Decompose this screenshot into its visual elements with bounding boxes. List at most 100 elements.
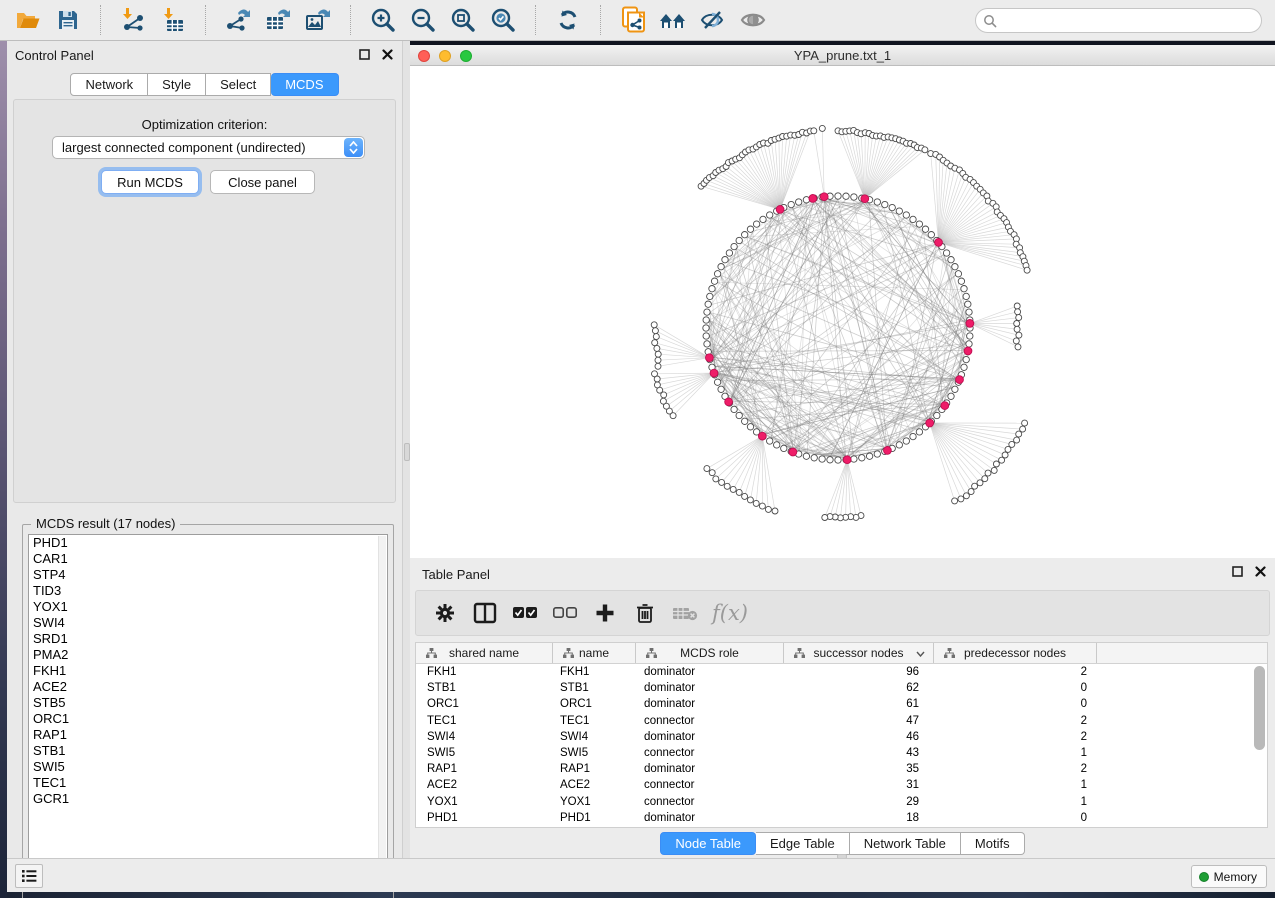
graph-mcds-node[interactable] (843, 456, 851, 464)
graph-mcds-node[interactable] (966, 320, 974, 328)
graph-node[interactable] (916, 429, 922, 435)
graph-mcds-node[interactable] (725, 398, 733, 406)
cell-predecessor-nodes[interactable]: 2 (934, 666, 1097, 678)
graph-node[interactable] (843, 193, 849, 199)
graph-leaf-node[interactable] (655, 363, 661, 369)
mcds-result-item[interactable]: SRD1 (29, 631, 387, 647)
graph-node[interactable] (819, 456, 825, 462)
graph-node[interactable] (753, 221, 759, 227)
zoom-in-button[interactable] (363, 3, 403, 37)
graph-node[interactable] (747, 424, 753, 430)
table-row[interactable]: YOX1YOX1connector291 (416, 794, 1267, 810)
float-table-panel-icon[interactable] (1231, 565, 1244, 578)
graph-leaf-node[interactable] (652, 340, 658, 346)
graph-node[interactable] (896, 208, 902, 214)
network-canvas[interactable] (410, 66, 1275, 558)
graph-leaf-node[interactable] (1015, 309, 1021, 315)
graph-leaf-node[interactable] (654, 382, 660, 388)
cell-shared-name[interactable]: PHD1 (416, 812, 553, 824)
graph-node[interactable] (934, 412, 940, 418)
graph-node[interactable] (961, 364, 967, 370)
graph-leaf-node[interactable] (753, 500, 759, 506)
cell-predecessor-nodes[interactable]: 0 (934, 698, 1097, 710)
cell-successor-nodes[interactable]: 46 (784, 731, 934, 743)
run-mcds-button[interactable]: Run MCDS (101, 170, 199, 194)
vertical-splitter[interactable] (402, 41, 410, 858)
graph-leaf-node[interactable] (993, 461, 999, 467)
cell-MCDS-role[interactable]: connector (636, 779, 784, 791)
cell-MCDS-role[interactable]: dominator (636, 763, 784, 775)
graph-node[interactable] (705, 301, 711, 307)
graph-leaf-node[interactable] (655, 351, 661, 357)
graph-mcds-node[interactable] (820, 193, 828, 201)
graph-leaf-node[interactable] (736, 489, 742, 495)
graph-node[interactable] (835, 193, 841, 199)
mcds-result-item[interactable]: SWI5 (29, 759, 387, 775)
cell-shared-name[interactable]: SWI4 (416, 731, 553, 743)
cell-predecessor-nodes[interactable]: 0 (934, 812, 1097, 824)
graph-leaf-node[interactable] (822, 515, 828, 521)
mcds-result-item[interactable]: STB5 (29, 695, 387, 711)
cell-predecessor-nodes[interactable]: 2 (934, 715, 1097, 727)
cell-successor-nodes[interactable]: 47 (784, 715, 934, 727)
cell-shared-name[interactable]: STB1 (416, 682, 553, 694)
graph-leaf-node[interactable] (991, 467, 997, 473)
cell-successor-nodes[interactable]: 31 (784, 779, 934, 791)
graph-node[interactable] (718, 386, 724, 392)
graph-node[interactable] (910, 216, 916, 222)
search-field[interactable] (975, 8, 1262, 33)
graph-node[interactable] (952, 264, 958, 270)
graph-node[interactable] (943, 250, 949, 256)
graph-mcds-node[interactable] (706, 354, 714, 362)
cell-name[interactable]: SWI4 (553, 731, 636, 743)
cell-MCDS-role[interactable]: dominator (636, 682, 784, 694)
cell-name[interactable]: ACE2 (553, 779, 636, 791)
cell-successor-nodes[interactable]: 62 (784, 682, 934, 694)
graph-node[interactable] (851, 456, 857, 462)
graph-mcds-node[interactable] (935, 239, 943, 247)
cell-name[interactable]: TEC1 (553, 715, 636, 727)
graph-leaf-node[interactable] (958, 496, 964, 502)
cell-predecessor-nodes[interactable]: 1 (934, 796, 1097, 808)
graph-node[interactable] (955, 271, 961, 277)
graph-node[interactable] (736, 237, 742, 243)
graph-leaf-node[interactable] (963, 493, 969, 499)
cell-predecessor-nodes[interactable]: 0 (934, 682, 1097, 694)
graph-mcds-node[interactable] (964, 347, 972, 355)
graph-leaf-node[interactable] (999, 457, 1005, 463)
graph-leaf-node[interactable] (977, 480, 983, 486)
graph-node[interactable] (811, 455, 817, 461)
graph-mcds-node[interactable] (809, 195, 817, 203)
graph-leaf-node[interactable] (972, 483, 978, 489)
mcds-result-item[interactable]: STP4 (29, 567, 387, 583)
mcds-result-item[interactable]: ACE2 (29, 679, 387, 695)
column-header-successor-nodes[interactable]: successor nodes (784, 643, 934, 663)
table-row[interactable]: SWI4SWI4dominator462 (416, 729, 1267, 745)
graph-node[interactable] (731, 243, 737, 249)
graph-node[interactable] (704, 309, 710, 315)
graph-leaf-node[interactable] (985, 470, 991, 476)
cell-name[interactable]: SWI5 (553, 747, 636, 759)
table-row[interactable]: ORC1ORC1dominator610 (416, 696, 1267, 712)
graph-leaf-node[interactable] (952, 498, 958, 504)
graph-mcds-node[interactable] (941, 402, 949, 410)
cell-successor-nodes[interactable]: 61 (784, 698, 934, 710)
graph-node[interactable] (788, 201, 794, 207)
search-input[interactable] (997, 11, 1261, 31)
graph-node[interactable] (722, 257, 728, 263)
tab-network[interactable]: Network (70, 73, 148, 96)
graph-node[interactable] (703, 317, 709, 323)
close-panel-button[interactable]: Close panel (210, 170, 315, 194)
graph-mcds-node[interactable] (926, 419, 934, 427)
graph-leaf-node[interactable] (1014, 303, 1020, 309)
graph-leaf-node[interactable] (922, 147, 928, 153)
graph-node[interactable] (948, 393, 954, 399)
cell-name[interactable]: YOX1 (553, 796, 636, 808)
table-row[interactable]: RAP1RAP1dominator352 (416, 761, 1267, 777)
cell-shared-name[interactable]: FKH1 (416, 666, 553, 678)
cell-name[interactable]: STB1 (553, 682, 636, 694)
open-session-button[interactable] (8, 3, 48, 37)
mcds-result-item[interactable]: STB1 (29, 743, 387, 759)
tab-style[interactable]: Style (148, 73, 206, 96)
graph-node[interactable] (866, 453, 872, 459)
